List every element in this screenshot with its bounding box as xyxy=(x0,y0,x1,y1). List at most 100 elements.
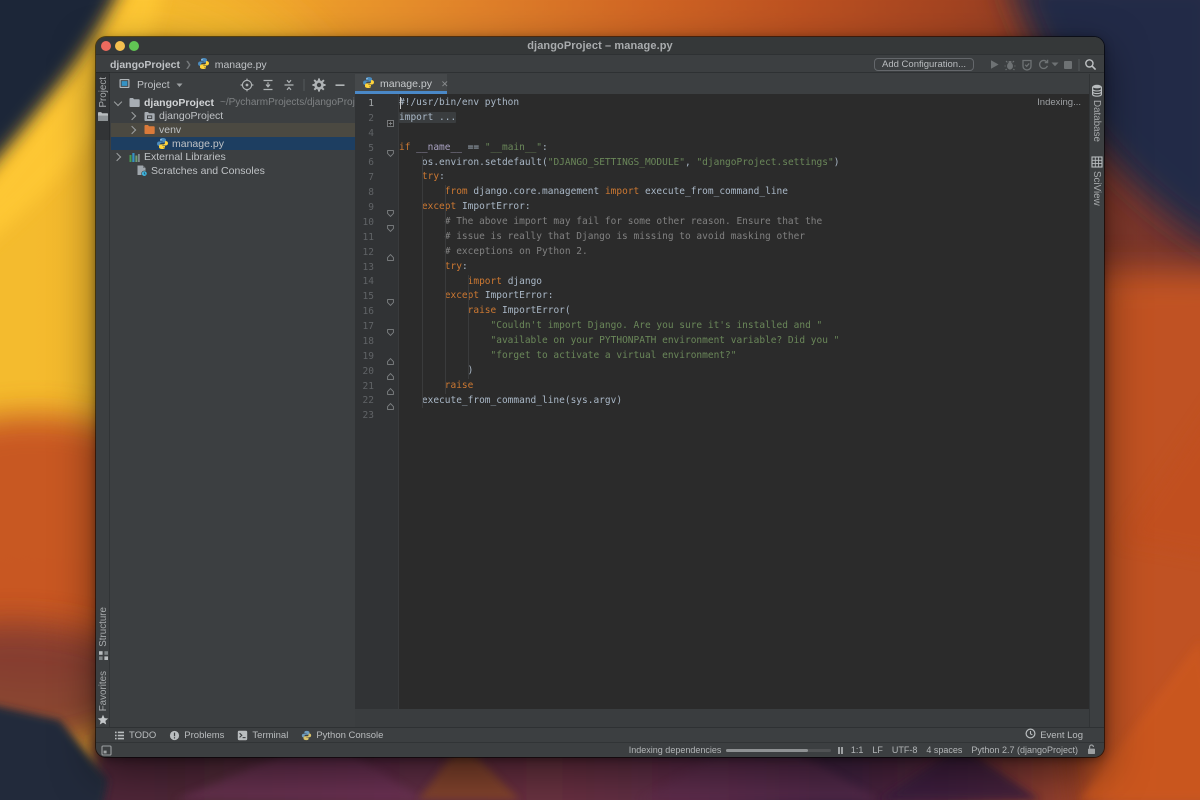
fold-marker-down[interactable] xyxy=(374,319,399,334)
tool-window-button-terminal[interactable]: Terminal xyxy=(237,730,288,741)
locate-icon[interactable] xyxy=(240,78,254,92)
titlebar[interactable]: djangoProject – manage.py xyxy=(96,37,1104,55)
indent-widget[interactable]: 4 spaces xyxy=(926,745,962,755)
code-token-def: #!/usr/bin/env python xyxy=(399,97,519,108)
run-icon[interactable] xyxy=(989,59,1000,70)
run-toolbar-icons xyxy=(989,56,1098,73)
python-file-icon xyxy=(197,57,210,73)
stop-icon[interactable] xyxy=(1063,60,1073,70)
scratches-icon xyxy=(135,164,148,177)
code-editor[interactable]: Indexing... 1#!/usr/bin/env python2impor… xyxy=(355,94,1089,709)
code-line-12[interactable]: 12 # exceptions on Python 2. xyxy=(355,245,1089,260)
fold-marker-up[interactable] xyxy=(374,379,399,394)
code-line-14[interactable]: 14 import django xyxy=(355,275,1089,290)
code-line-20[interactable]: 20 ) xyxy=(355,364,1089,379)
fold-marker-down[interactable] xyxy=(374,289,399,304)
terminal-icon xyxy=(237,730,248,741)
fold-marker-up[interactable] xyxy=(374,364,399,379)
code-line-17[interactable]: 17 "Couldn't import Django. Are you sure… xyxy=(355,319,1089,334)
expand-all-icon[interactable] xyxy=(261,78,275,92)
interpreter-widget[interactable]: Python 2.7 (djangoProject) xyxy=(971,745,1078,755)
project-panel-header[interactable]: Project xyxy=(111,74,355,95)
code-line-15[interactable]: 15 except ImportError: xyxy=(355,289,1089,304)
tree-item-djangoproject[interactable]: djangoProject~/PycharmProjects/djangoPro… xyxy=(111,96,355,110)
tree-item-manage-py[interactable]: manage.py xyxy=(111,137,355,151)
fold-marker-none xyxy=(374,185,399,200)
collapse-all-icon[interactable] xyxy=(282,78,296,92)
code-line-1[interactable]: 1#!/usr/bin/env python xyxy=(355,96,1089,111)
line-number: 9 xyxy=(355,202,374,213)
code-token-kw: raise xyxy=(445,380,474,391)
code-text: import django xyxy=(399,275,542,290)
code-line-18[interactable]: 18 "available on your PYTHONPATH environ… xyxy=(355,334,1089,349)
tree-item-djangoproject[interactable]: djangoProject xyxy=(111,110,355,124)
fold-marker-plus[interactable] xyxy=(374,111,399,126)
breadcrumb-file[interactable]: manage.py xyxy=(215,59,267,71)
hide-icon[interactable] xyxy=(333,78,347,92)
profiler-icon[interactable] xyxy=(1037,59,1050,71)
encoding-widget[interactable]: UTF-8 xyxy=(892,745,918,755)
code-line-8[interactable]: 8 from django.core.management import exe… xyxy=(355,185,1089,200)
code-line-2[interactable]: 2import ... xyxy=(355,111,1089,126)
chevron-down-icon[interactable] xyxy=(114,99,121,106)
code-line-7[interactable]: 7 try: xyxy=(355,170,1089,185)
tool-stripe-project[interactable]: Project xyxy=(96,77,110,122)
tree-item-label: External Libraries xyxy=(144,151,226,163)
tool-stripe-structure[interactable]: Structure xyxy=(96,607,110,661)
lock-icon[interactable] xyxy=(1087,744,1096,757)
code-line-21[interactable]: 21 raise xyxy=(355,379,1089,394)
line-number: 23 xyxy=(355,410,374,421)
tool-stripe-favorites[interactable]: Favorites xyxy=(96,671,110,726)
code-line-10[interactable]: 10 # The above import may fail for some … xyxy=(355,215,1089,230)
close-tab-icon[interactable]: ✕ xyxy=(441,79,449,90)
code-token-str: "forget to activate a virtual environmen… xyxy=(491,350,737,361)
event-log-button[interactable]: Event Log xyxy=(1025,728,1083,742)
caret-down-icon[interactable] xyxy=(1051,62,1059,67)
fold-marker-down[interactable] xyxy=(374,200,399,215)
tool-window-button-todo[interactable]: TODO xyxy=(114,730,156,741)
code-text: os.environ.setdefault("DJANGO_SETTINGS_M… xyxy=(399,156,839,171)
pause-task-icon[interactable] xyxy=(838,747,843,754)
code-line-6[interactable]: 6 os.environ.setdefault("DJANGO_SETTINGS… xyxy=(355,156,1089,171)
settings-icon[interactable] xyxy=(312,78,326,92)
fold-marker-up[interactable] xyxy=(374,245,399,260)
tree-item-venv[interactable]: venv xyxy=(111,123,355,137)
tool-stripe-database[interactable]: Database xyxy=(1089,84,1104,142)
code-line-22[interactable]: 22 execute_from_command_line(sys.argv) xyxy=(355,394,1089,409)
debug-icon[interactable] xyxy=(1004,59,1016,71)
tree-item-scratches-and-consoles[interactable]: Scratches and Consoles xyxy=(111,164,355,178)
coverage-icon[interactable] xyxy=(1021,59,1033,71)
code-line-19[interactable]: 19 "forget to activate a virtual environ… xyxy=(355,349,1089,364)
add-configuration-button[interactable]: Add Configuration... xyxy=(874,58,974,71)
chevron-right-icon[interactable] xyxy=(129,113,136,120)
code-text: # issue is really that Django is missing… xyxy=(399,230,805,245)
code-line-11[interactable]: 11 # issue is really that Django is miss… xyxy=(355,230,1089,245)
breadcrumb-project[interactable]: djangoProject xyxy=(110,59,180,71)
code-text: raise ImportError( xyxy=(399,304,571,319)
fold-marker-up[interactable] xyxy=(374,349,399,364)
fold-marker-up[interactable] xyxy=(374,394,399,409)
star-icon xyxy=(97,714,109,726)
code-line-23[interactable]: 23 xyxy=(355,408,1089,423)
fold-marker-down[interactable] xyxy=(374,215,399,230)
code-line-9[interactable]: 9 except ImportError: xyxy=(355,200,1089,215)
code-line-5[interactable]: 5if __name__ == "__main__": xyxy=(355,141,1089,156)
caret-position-widget[interactable]: 1:1 xyxy=(851,745,864,755)
tool-window-button-python-console[interactable]: Python Console xyxy=(301,730,383,741)
fold-marker-down[interactable] xyxy=(374,141,399,156)
navigation-bar: djangoProject ❯ manage.py Add Configurat… xyxy=(96,56,1104,73)
tool-window-button-problems[interactable]: Problems xyxy=(169,730,224,741)
code-line-13[interactable]: 13 try: xyxy=(355,260,1089,275)
chevron-down-icon[interactable] xyxy=(176,79,183,91)
tool-window-switcher-icon[interactable] xyxy=(101,745,112,757)
project-folder-icon xyxy=(97,111,109,122)
search-everywhere-icon[interactable] xyxy=(1084,58,1097,71)
chevron-right-icon[interactable] xyxy=(114,154,121,161)
tool-stripe-sciview[interactable]: SciView xyxy=(1089,156,1104,206)
chevron-right-icon[interactable] xyxy=(129,126,136,133)
code-line-4[interactable]: 4 xyxy=(355,126,1089,141)
tree-item-external-libraries[interactable]: External Libraries xyxy=(111,150,355,164)
line-number: 5 xyxy=(355,143,374,154)
line-ending-widget[interactable]: LF xyxy=(872,745,883,755)
code-line-16[interactable]: 16 raise ImportError( xyxy=(355,304,1089,319)
